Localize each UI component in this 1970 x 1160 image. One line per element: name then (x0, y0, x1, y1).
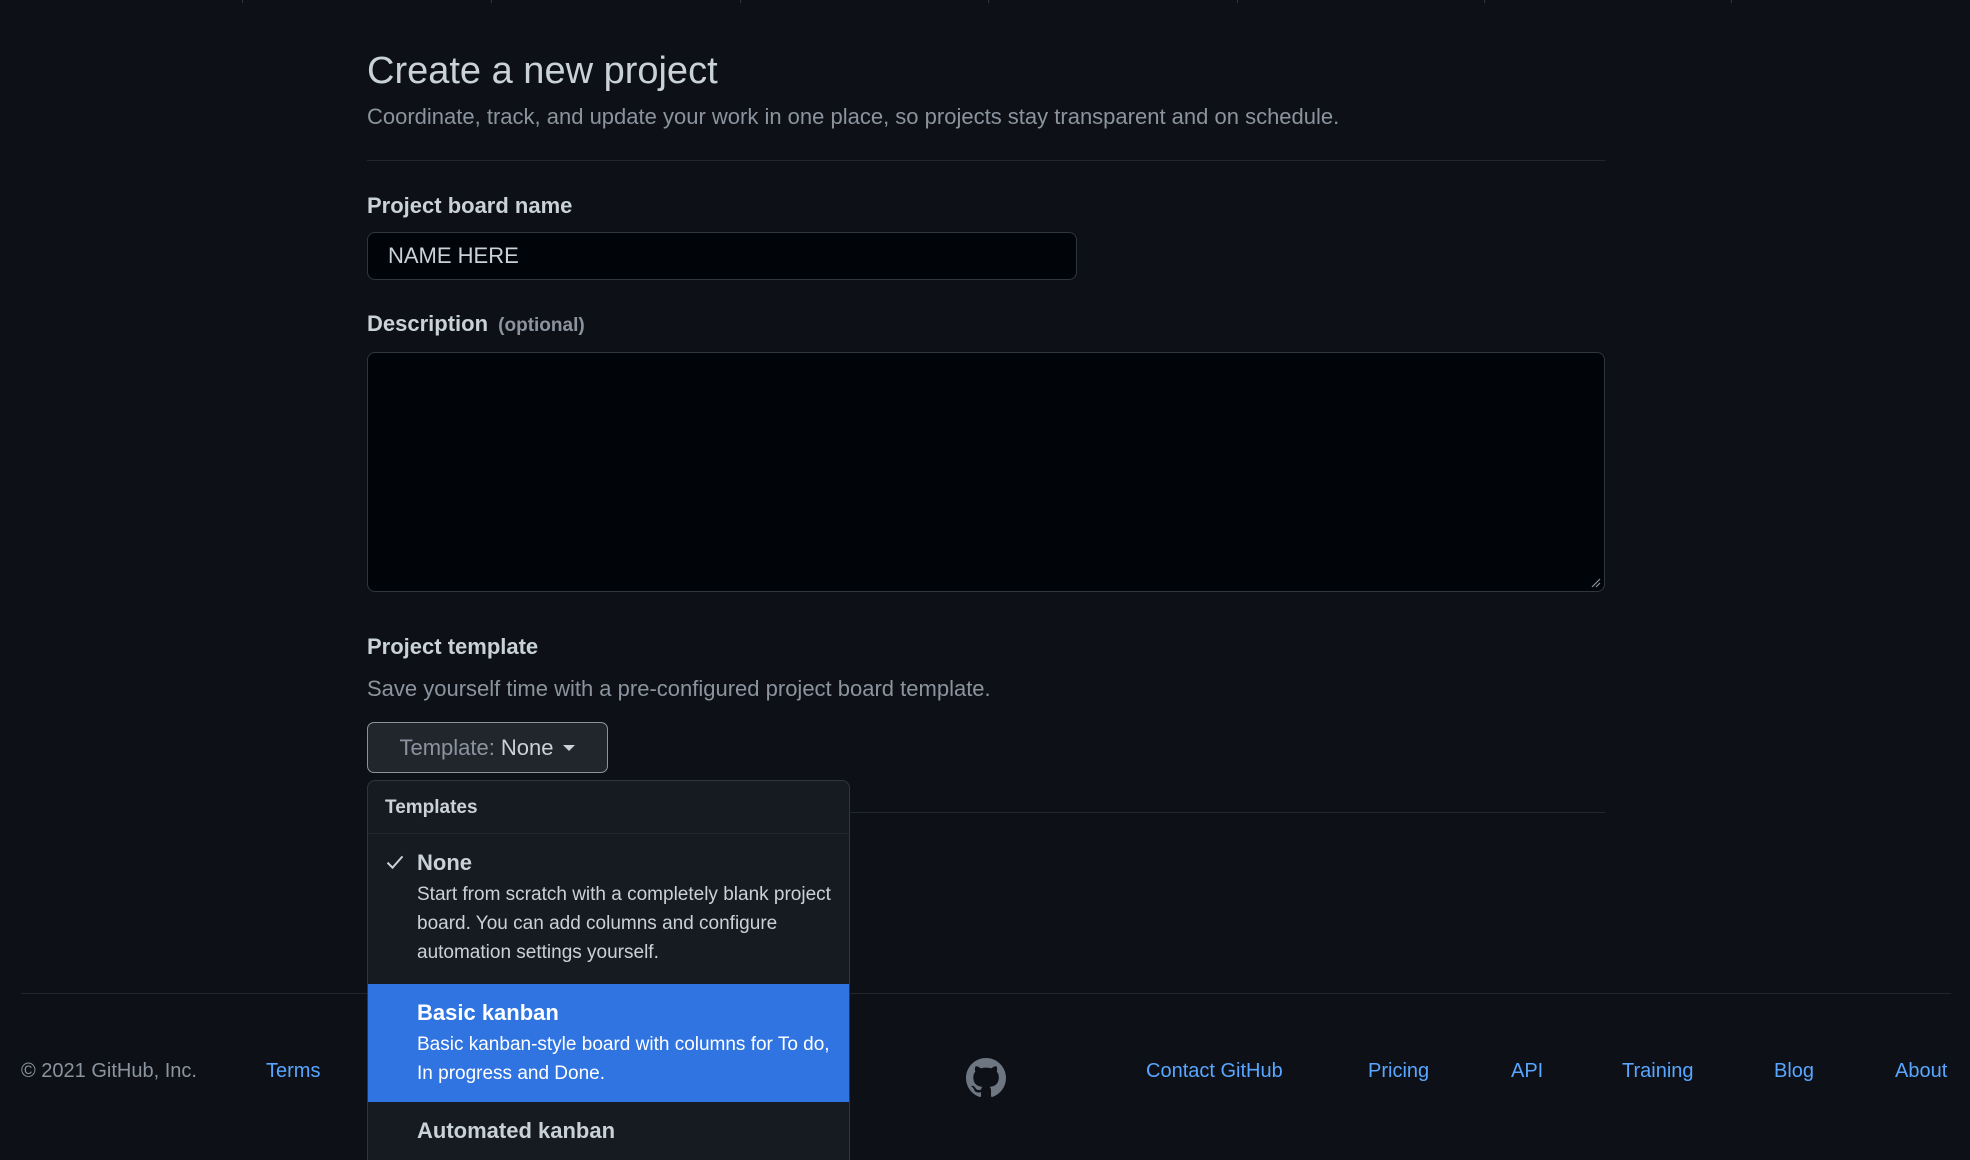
description-label: Description (optional) (367, 311, 585, 337)
description-label-text: Description (367, 311, 489, 336)
page-title: Create a new project (367, 50, 718, 92)
check-icon (386, 855, 404, 870)
template-select-button[interactable]: Template: None (367, 722, 608, 773)
template-option-automated-kanban[interactable]: Automated kanban (368, 1102, 849, 1160)
github-octocat-icon[interactable] (966, 1058, 1006, 1098)
footer-link-about[interactable]: About (1895, 1060, 1947, 1083)
footer-link-contact-github[interactable]: Contact GitHub (1146, 1060, 1283, 1083)
page: Create a new project Coordinate, track, … (0, 0, 1970, 1160)
option-description: Basic kanban-style board with columns fo… (417, 1034, 830, 1084)
template-option-basic-kanban[interactable]: Basic kanban Basic kanban-style board wi… (368, 984, 849, 1102)
project-template-label: Project template (367, 634, 539, 659)
project-name-label: Project board name (367, 193, 573, 218)
option-description: Start from scratch with a completely bla… (417, 884, 831, 963)
page-subtitle: Coordinate, track, and update your work … (367, 104, 1340, 129)
option-title: Automated kanban (417, 1118, 616, 1143)
footer-link-training[interactable]: Training (1622, 1060, 1694, 1083)
option-title: Basic kanban (417, 1000, 559, 1025)
footer-link-terms[interactable]: Terms (266, 1060, 320, 1083)
caret-down-icon (563, 744, 576, 751)
footer-link-api[interactable]: API (1511, 1060, 1543, 1083)
template-button-value: None (500, 734, 554, 760)
header-divider (367, 160, 1605, 161)
template-help-text: Save yourself time with a pre-configured… (367, 676, 991, 701)
option-title: None (417, 850, 472, 875)
template-dropdown-menu: Templates None Start from scratch with a… (367, 780, 850, 1160)
footer-link-blog[interactable]: Blog (1774, 1060, 1814, 1083)
optional-tag: (optional) (498, 315, 585, 336)
footer-link-pricing[interactable]: Pricing (1368, 1060, 1429, 1083)
copyright-text: © 2021 GitHub, Inc. (21, 1060, 197, 1082)
description-textarea[interactable] (367, 352, 1605, 592)
resize-grip-icon[interactable] (1589, 576, 1601, 588)
top-nav-edge (0, 0, 1970, 3)
template-option-none[interactable]: None Start from scratch with a completel… (368, 834, 849, 984)
footer-divider (21, 993, 1951, 994)
template-button-prefix: Template: (399, 734, 495, 760)
dropdown-header: Templates (368, 781, 849, 834)
project-name-input[interactable] (367, 232, 1077, 280)
